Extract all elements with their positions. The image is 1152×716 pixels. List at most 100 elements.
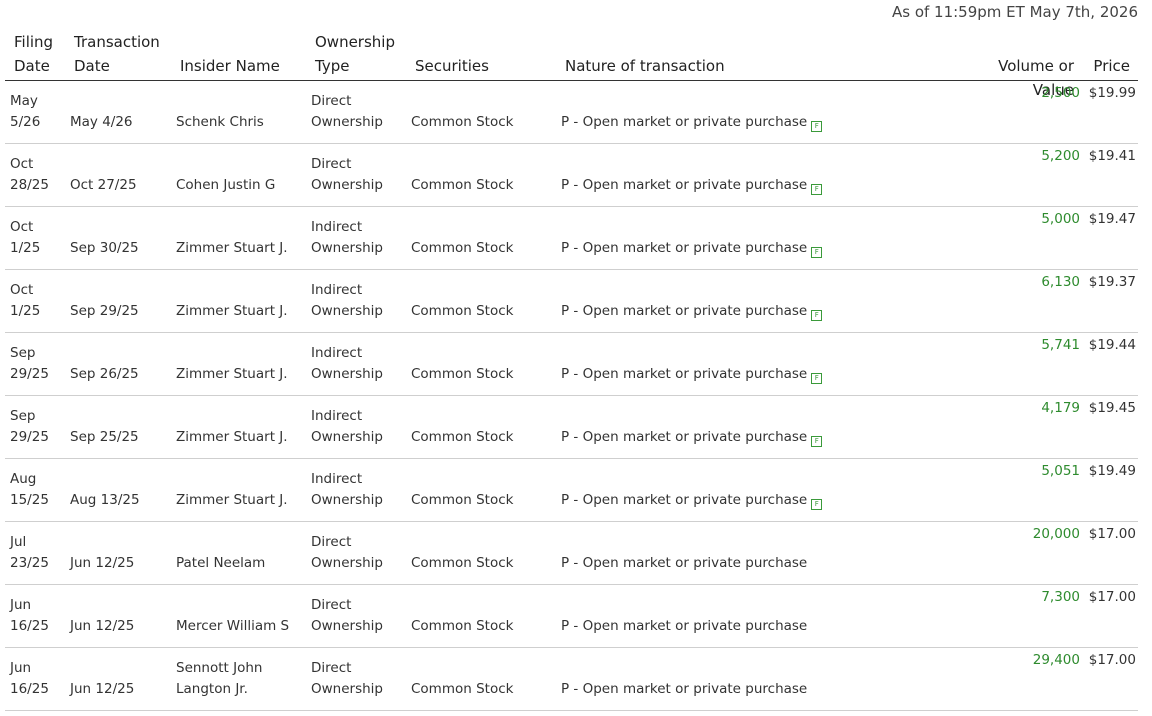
filing-date-month: Jun [10,660,32,676]
nature-text: P - Open market or private purchase [561,492,808,508]
filing-date-month: Oct [10,156,34,172]
form-f-icon[interactable]: F [811,499,823,510]
form-f-icon[interactable]: F [811,436,823,447]
filing-date-day: 15/25 [10,492,49,508]
ownership-type-line2: Ownership [311,618,383,634]
filing-date-day: 1/25 [10,303,41,319]
ownership-type-line1: Direct [311,660,352,676]
price-cell: $19.49 [1088,463,1136,479]
price-cell: $17.00 [1088,526,1136,542]
ownership-type-line2: Ownership [311,555,383,571]
header-transaction-date-line2[interactable]: Date [74,54,179,78]
transaction-date: Jun 12/25 [70,555,135,571]
insider-name-line2[interactable]: Zimmer Stuart J. [176,301,310,322]
transaction-date: Jun 12/25 [70,681,135,697]
nature-text: P - Open market or private purchase [561,366,808,382]
insider-name-line1[interactable]: Sennott John [176,658,310,679]
ownership-type-line2: Ownership [311,366,383,382]
insider-name-line2[interactable]: Zimmer Stuart J. [176,427,310,448]
securities-cell: Common Stock [411,177,514,193]
insider-name-line2[interactable]: Mercer William S [176,616,310,637]
insider-name-line2[interactable]: Zimmer Stuart J. [176,490,310,511]
securities-cell: Common Stock [411,303,514,319]
volume-cell: 7,300 [1041,589,1080,605]
nature-cell: P - Open market or private purchase F [561,364,841,385]
filing-date-day: 29/25 [10,429,49,445]
nature-text: P - Open market or private purchase [561,429,808,445]
insider-name-line2[interactable]: Schenk Chris [176,112,310,133]
ownership-type-line2: Ownership [311,240,383,256]
insider-name-line2[interactable]: Langton Jr. [176,679,310,700]
table-row: Jun 16/25 Jun 12/25 Mercer William S Direct O… [5,585,1138,648]
securities-cell: Common Stock [411,429,514,445]
header-nature-of-transaction[interactable]: Nature of transaction [565,54,845,78]
filing-date-day: 16/25 [10,618,49,634]
volume-cell: 6,130 [1041,274,1080,290]
filing-date-month: May [10,93,38,109]
header-insider-name[interactable]: Insider Name [180,54,314,78]
transaction-date: Aug 13/25 [70,492,140,508]
ownership-type-line1: Direct [311,156,352,172]
table-header: Filing Date Transaction Date Insider Nam… [5,28,1138,99]
header-filing-date-line1[interactable]: Filing [14,30,72,54]
ownership-type-line2: Ownership [311,303,383,319]
form-f-icon[interactable]: F [811,373,823,384]
filing-date-day: 28/25 [10,177,49,193]
insider-name-line2[interactable]: Patel Neelam [176,553,310,574]
volume-cell: 29,400 [1032,652,1080,668]
header-transaction-date-line1[interactable]: Transaction [74,30,179,54]
nature-text: P - Open market or private purchase [561,177,808,193]
price-cell: $19.45 [1088,400,1136,416]
price-cell: $19.44 [1088,337,1136,353]
filing-date-month: Sep [10,345,36,361]
nature-text: P - Open market or private purchase [561,303,808,319]
form-f-icon[interactable]: F [811,121,823,132]
securities-cell: Common Stock [411,681,514,697]
form-f-icon[interactable]: F [811,247,823,258]
volume-cell: 5,741 [1041,337,1080,353]
volume-cell: 2,500 [1041,85,1080,101]
table-row: Aug 15/25 Aug 13/25 Zimmer Stuart J. Indirec… [5,459,1138,522]
ownership-type-line1: Direct [311,93,352,109]
securities-cell: Common Stock [411,366,514,382]
price-cell: $17.00 [1088,589,1136,605]
filing-date-month: Jul [10,534,27,550]
nature-cell: P - Open market or private purchase F [561,238,841,259]
insider-name-line2[interactable]: Cohen Justin G [176,175,310,196]
nature-text: P - Open market or private purchase [561,240,808,256]
table-body: May 5/26 May 4/26 Schenk Chris Direct Ownersh… [5,81,1138,711]
filing-date-month: Oct [10,219,34,235]
ownership-type-line1: Direct [311,597,352,613]
header-securities[interactable]: Securities [415,54,565,78]
header-price[interactable]: Price [1074,54,1130,78]
transaction-date: Sep 29/25 [70,303,139,319]
header-ownership-type-line2[interactable]: Type [315,54,415,78]
securities-cell: Common Stock [411,114,514,130]
transaction-date: Sep 25/25 [70,429,139,445]
nature-text: P - Open market or private purchase [561,555,808,571]
ownership-type-line2: Ownership [311,492,383,508]
insider-name-line2[interactable]: Zimmer Stuart J. [176,364,310,385]
price-cell: $19.41 [1088,148,1136,164]
nature-cell: P - Open market or private purchase F [561,301,841,322]
nature-cell: P - Open market or private purchase [561,679,841,700]
transaction-date: Oct 27/25 [70,177,137,193]
header-filing-date-line2[interactable]: Date [14,54,72,78]
price-cell: $19.37 [1088,274,1136,290]
insider-name-line2[interactable]: Zimmer Stuart J. [176,238,310,259]
filing-date-day: 1/25 [10,240,41,256]
transaction-date: Sep 30/25 [70,240,139,256]
filing-date-day: 5/26 [10,114,41,130]
table-row: Oct 28/25 Oct 27/25 Cohen Justin G Direct Own… [5,144,1138,207]
price-cell: $17.00 [1088,652,1136,668]
header-ownership-type-line1[interactable]: Ownership [315,30,415,54]
form-f-icon[interactable]: F [811,310,823,321]
nature-cell: P - Open market or private purchase [561,553,841,574]
filing-date-day: 16/25 [10,681,49,697]
nature-cell: P - Open market or private purchase F [561,427,841,448]
transaction-date: May 4/26 [70,114,133,130]
nature-cell: P - Open market or private purchase F [561,490,841,511]
ownership-type-line1: Direct [311,534,352,550]
filing-date-day: 23/25 [10,555,49,571]
form-f-icon[interactable]: F [811,184,823,195]
